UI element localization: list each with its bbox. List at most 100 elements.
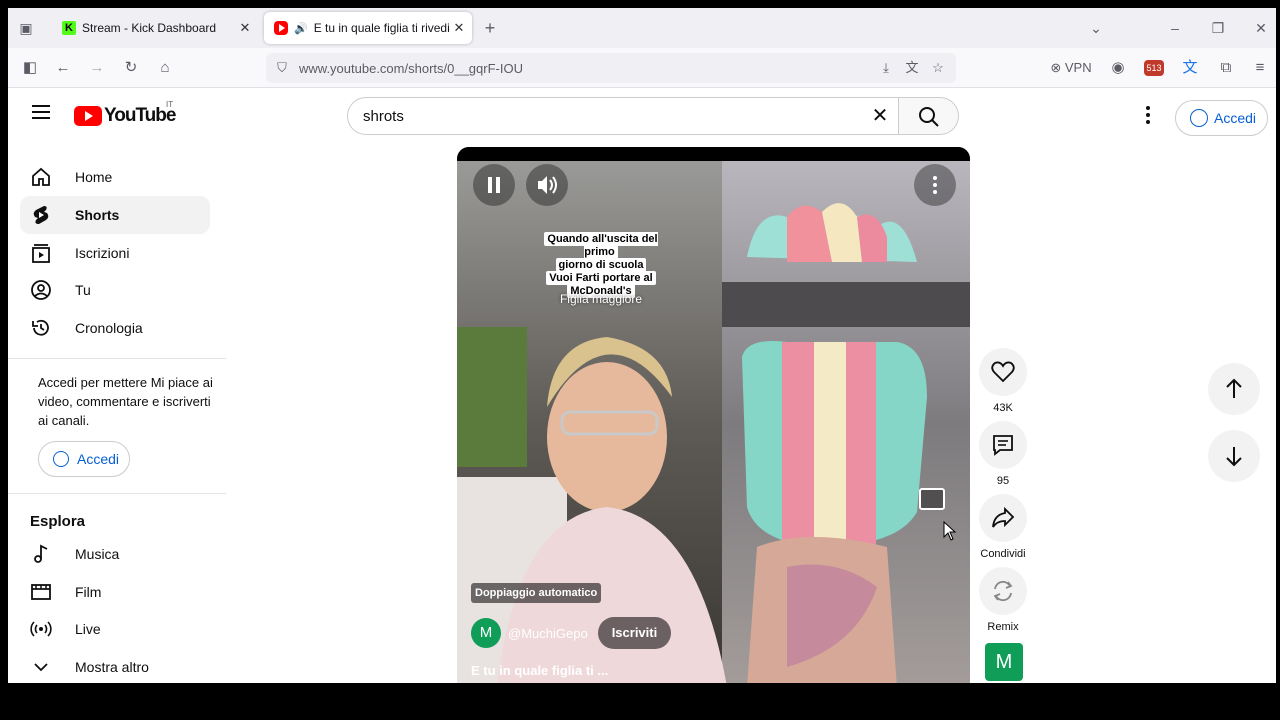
signin-label: Accedi (77, 451, 120, 467)
settings-kebab-icon[interactable] (1142, 104, 1154, 128)
download-icon[interactable]: ⤓ (876, 58, 896, 78)
search-input[interactable]: shrots ✕ (347, 97, 899, 135)
next-short-button[interactable] (1208, 430, 1260, 482)
shield-icon[interactable]: ⛉ (272, 58, 292, 78)
search-button[interactable] (899, 97, 959, 135)
sidebar-item-label: Live (75, 621, 101, 637)
sidebar-item-film[interactable]: Film (20, 573, 210, 611)
sidebar-item-shorts[interactable]: Shorts (20, 196, 210, 234)
extensions-icon[interactable]: ⧉ (1216, 58, 1236, 78)
more-vertical-icon (933, 176, 937, 194)
clear-search-icon[interactable]: ✕ (868, 104, 892, 128)
caption-line: Vuoi Farti portare al (546, 271, 656, 285)
sidebar-item-home[interactable]: Home (20, 158, 210, 196)
channel-avatar[interactable]: M (471, 618, 501, 648)
youtube-favicon-icon (274, 21, 288, 35)
chevron-down-icon[interactable]: ⌄ (1086, 18, 1106, 38)
subscriptions-icon (32, 244, 50, 263)
share-icon (992, 506, 1015, 528)
sidebar-item-label: Tu (75, 282, 91, 298)
close-tab-icon[interactable]: ✕ (236, 20, 254, 36)
heart-icon (991, 361, 1015, 383)
close-tab-icon[interactable]: ✕ (450, 20, 468, 36)
tab-title: Stream - Kick Dashboard (82, 21, 217, 35)
arrow-down-icon (1226, 447, 1242, 467)
minimize-icon[interactable]: – (1165, 18, 1185, 38)
pause-button[interactable] (473, 164, 515, 206)
sidebar-item-music[interactable]: Musica (20, 535, 210, 573)
chevron-down-icon (34, 663, 48, 672)
sidebar-item-history[interactable]: Cronologia (20, 309, 210, 347)
music-icon (34, 544, 48, 563)
account-icon[interactable]: ◉ (1108, 58, 1128, 78)
sidebar-toggle-icon[interactable]: ◧ (20, 58, 40, 78)
shorts-video-player[interactable]: Quando all'uscita del primo giorno di sc… (457, 147, 970, 683)
picture-in-picture-icon[interactable] (919, 488, 945, 510)
caption-line: giorno di scuola (555, 258, 647, 272)
mouse-cursor-icon (943, 521, 957, 541)
video-caption: Quando all'uscita del primo giorno di sc… (529, 232, 673, 298)
share-label: Condividi (980, 548, 1026, 560)
remix-icon (993, 580, 1013, 602)
extension-badge[interactable]: 513 (1144, 60, 1164, 76)
remix-action: Remix (979, 567, 1027, 633)
youtube-logo[interactable]: YouTube (74, 105, 176, 127)
hamburger-menu-icon[interactable] (32, 105, 50, 119)
translate-icon[interactable]: 文 (902, 58, 922, 78)
comment-icon (993, 435, 1013, 456)
home-icon[interactable]: ⌂ (155, 58, 175, 78)
close-window-icon[interactable]: ✕ (1251, 18, 1271, 38)
youtube-logo-text: YouTube (104, 105, 176, 126)
video-more-button[interactable] (914, 164, 956, 206)
sidebar-item-subscriptions[interactable]: Iscrizioni (20, 234, 210, 272)
tab-kick-dashboard[interactable]: Stream - Kick Dashboard ✕ (52, 12, 258, 44)
back-icon[interactable]: ← (53, 58, 73, 78)
restore-icon[interactable]: ❐ (1208, 18, 1228, 38)
url-text[interactable]: www.youtube.com/shorts/0__gqrF-IOU (299, 61, 523, 76)
sidebar-item-label: Film (75, 584, 102, 600)
sidebar-item-live[interactable]: Live (20, 610, 210, 648)
speaker-icon[interactable]: 🔊 (294, 22, 308, 35)
vpn-button[interactable]: ⊗ VPN (1046, 58, 1096, 78)
tab-list-icon[interactable]: ▣ (16, 18, 36, 38)
sidebar-item-label: Home (75, 169, 113, 185)
caption-line: Quando all'uscita del primo (544, 232, 658, 259)
sidebar-item-label: Shorts (75, 207, 120, 223)
sidebar: Home Shorts Iscrizioni Tu Cronologia Acc… (8, 144, 226, 683)
sidebar-signin-button[interactable]: Accedi (38, 441, 130, 477)
new-tab-button[interactable]: + (480, 18, 500, 38)
previous-short-button[interactable] (1208, 363, 1260, 415)
reload-icon[interactable]: ↻ (121, 58, 141, 78)
channel-handle[interactable]: @MuchiGepo (508, 626, 588, 641)
signin-label: Accedi (1214, 110, 1257, 126)
menu-icon[interactable]: ≡ (1250, 58, 1270, 78)
sidebar-item-show-more[interactable]: Mostra altro (20, 648, 210, 683)
live-icon (30, 621, 52, 637)
person-circle-icon (53, 451, 69, 467)
explore-heading: Esplora (30, 513, 86, 530)
like-count: 43K (993, 402, 1013, 414)
sidebar-item-you[interactable]: Tu (20, 271, 210, 309)
share-button[interactable] (979, 494, 1027, 542)
bookmark-star-icon[interactable]: ☆ (928, 58, 948, 78)
forward-icon[interactable]: → (87, 58, 107, 78)
pause-icon (488, 177, 500, 193)
remix-button[interactable] (979, 567, 1027, 615)
comments-button[interactable] (979, 421, 1027, 469)
browser-toolbar: ◧ ← → ↻ ⌂ ⛉ www.youtube.com/shorts/0__gq… (8, 48, 1276, 88)
like-button[interactable] (979, 348, 1027, 396)
volume-button[interactable] (526, 164, 568, 206)
translate-extension-icon[interactable]: 文 (1180, 58, 1200, 78)
remix-label: Remix (987, 621, 1019, 633)
search-icon (919, 107, 939, 127)
search-input-value[interactable]: shrots (363, 108, 404, 125)
film-icon (31, 584, 51, 600)
channel-row: M @MuchiGepo Iscriviti (471, 615, 672, 651)
channel-thumbnail[interactable]: M (985, 643, 1023, 681)
subscribe-button[interactable]: Iscriviti (597, 617, 672, 649)
header-signin-button[interactable]: Accedi (1175, 100, 1268, 136)
youtube-header: YouTube IT shrots ✕ Accedi (8, 88, 1276, 144)
tab-youtube-short[interactable]: 🔊 E tu in quale figlia ti rivedi# ✕ (264, 12, 472, 44)
address-bar[interactable]: ⛉ www.youtube.com/shorts/0__gqrF-IOU ⤓ 文… (266, 53, 956, 83)
video-title[interactable]: E tu in quale figlia ti ... (471, 663, 608, 678)
